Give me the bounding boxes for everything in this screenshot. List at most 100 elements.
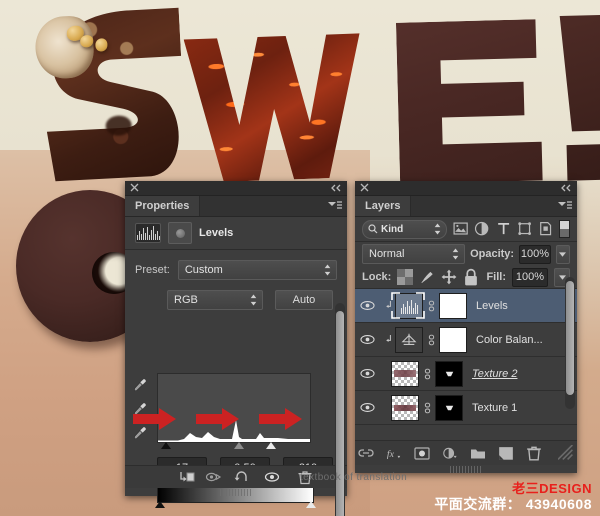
adjustment-circle-icon[interactable]	[168, 222, 192, 244]
output-shadow-slider[interactable]	[155, 501, 165, 508]
collapse-panel-icon[interactable]	[560, 184, 572, 192]
mask-link-icon[interactable]	[426, 333, 436, 347]
add-mask-icon[interactable]	[414, 445, 430, 461]
output-highlight-slider[interactable]	[306, 501, 316, 508]
layer-mask-thumbnail-levels[interactable]	[439, 292, 467, 319]
panel-menu-icon[interactable]	[558, 201, 572, 211]
artwork-letter-s	[32, 4, 191, 184]
toggle-visibility-icon[interactable]	[263, 470, 281, 484]
panel-resize-corner-icon[interactable]	[558, 445, 574, 461]
preview-previous-state-icon[interactable]	[205, 470, 223, 484]
properties-scrollbar-thumb[interactable]	[336, 311, 344, 516]
lock-position-icon[interactable]	[441, 269, 457, 285]
layer-visibility-toggle[interactable]	[355, 300, 379, 311]
layer-list: Levels Color Balan... Texture 2 Texture …	[355, 289, 577, 425]
filter-adjustment-icon[interactable]	[474, 221, 489, 237]
properties-panel: Properties Levels Preset: Custom RGB Aut…	[125, 181, 347, 516]
filter-enable-toggle[interactable]	[559, 220, 571, 238]
lock-transparency-icon[interactable]	[397, 269, 414, 285]
eye-icon	[359, 369, 375, 378]
delete-layer-icon[interactable]	[526, 445, 542, 461]
lock-image-pixels-icon[interactable]	[419, 269, 435, 285]
tab-layers[interactable]: Layers	[355, 196, 412, 216]
fill-field[interactable]: 100%	[512, 267, 548, 287]
chevron-updown-icon	[452, 248, 459, 260]
layer-thumbnail-levels[interactable]	[395, 292, 423, 319]
set-gray-point-eyedropper[interactable]	[133, 402, 147, 416]
eye-icon	[359, 335, 375, 344]
gamma-input-slider[interactable]	[234, 442, 244, 449]
close-icon[interactable]	[130, 183, 139, 192]
layer-visibility-toggle[interactable]	[355, 334, 379, 345]
panel-menu-icon[interactable]	[328, 201, 342, 211]
layers-footer: fx	[355, 440, 577, 465]
layer-mask-thumbnail-texture-1[interactable]	[435, 394, 463, 421]
artwork-letter-s-bite	[33, 14, 96, 80]
mask-link-icon[interactable]	[422, 367, 432, 381]
set-white-point-eyedropper[interactable]	[133, 426, 147, 440]
layer-name-texture-1: Texture 1	[472, 401, 518, 414]
close-icon[interactable]	[360, 183, 369, 192]
lock-row: Lock: Fill: 100%	[355, 266, 577, 289]
histogram-curve	[158, 420, 310, 442]
clip-to-layer-icon[interactable]	[177, 470, 195, 484]
filter-pixel-icon[interactable]	[453, 221, 468, 237]
mask-link-icon[interactable]	[422, 401, 432, 415]
link-layers-icon[interactable]	[358, 445, 374, 461]
reset-icon[interactable]	[233, 470, 251, 484]
layers-scrollbar[interactable]	[565, 277, 575, 409]
filter-shape-icon[interactable]	[517, 221, 532, 237]
layer-visibility-toggle[interactable]	[355, 368, 379, 379]
opacity-field[interactable]: 100%	[519, 244, 551, 264]
new-layer-icon[interactable]	[498, 445, 514, 461]
new-adjustment-layer-icon[interactable]	[442, 445, 458, 461]
new-group-icon[interactable]	[470, 445, 486, 461]
layer-thumbnail-texture-2[interactable]	[391, 360, 419, 387]
shadow-input-slider[interactable]	[161, 442, 171, 449]
chevron-updown-icon	[434, 223, 441, 235]
layer-style-fx-icon[interactable]: fx	[386, 445, 402, 461]
layer-filter-kind-select[interactable]: Kind	[362, 219, 448, 239]
layer-row-levels[interactable]: Levels	[355, 289, 577, 323]
balance-scale-icon	[401, 333, 417, 345]
layers-scrollbar-thumb[interactable]	[566, 281, 574, 395]
layer-row-color-balance[interactable]: Color Balan...	[355, 323, 577, 357]
panel-resize-grip[interactable]	[450, 466, 482, 473]
opacity-label: Opacity:	[470, 248, 515, 260]
filter-type-icon[interactable]	[496, 221, 511, 237]
clipping-mask-icon	[383, 334, 395, 345]
opacity-dropdown-button[interactable]	[555, 244, 570, 264]
layer-row-texture-2[interactable]: Texture 2	[355, 357, 577, 391]
levels-histogram-icon	[135, 223, 161, 243]
collapse-panel-icon[interactable]	[330, 184, 342, 192]
set-black-point-eyedropper[interactable]	[133, 378, 147, 392]
channel-select[interactable]: RGB	[167, 290, 263, 310]
highlight-input-slider[interactable]	[266, 442, 276, 449]
layer-thumbnail-texture-1[interactable]	[391, 394, 419, 421]
panel-resize-grip[interactable]	[220, 489, 252, 496]
layer-thumbnail-color-balance[interactable]	[395, 326, 423, 353]
tab-properties[interactable]: Properties	[125, 196, 201, 216]
search-icon	[368, 223, 378, 233]
layers-panel-titlebar	[355, 181, 577, 196]
eye-icon	[359, 403, 375, 412]
artwork-letter-w	[183, 29, 364, 183]
blend-mode-select[interactable]: Normal	[362, 244, 466, 264]
properties-scrollbar[interactable]	[335, 303, 345, 516]
layer-mask-thumbnail-color-balance[interactable]	[439, 326, 467, 353]
layer-mask-thumbnail-texture-2[interactable]	[435, 360, 463, 387]
preset-select[interactable]: Custom	[177, 260, 337, 280]
layer-name-texture-2: Texture 2	[472, 367, 518, 380]
auto-button[interactable]: Auto	[275, 290, 333, 310]
filter-smart-object-icon[interactable]	[538, 221, 553, 237]
adjustment-header: Levels	[125, 217, 347, 250]
levels-histogram[interactable]	[157, 373, 311, 443]
tab-properties-label: Properties	[135, 200, 190, 212]
auto-label: Auto	[292, 294, 316, 306]
layer-visibility-toggle[interactable]	[355, 402, 379, 413]
lock-all-icon[interactable]	[463, 268, 479, 285]
layer-name-color-balance: Color Balan...	[476, 333, 543, 346]
layer-filter-kind-value: Kind	[381, 223, 404, 235]
mask-link-icon[interactable]	[426, 299, 436, 313]
layer-row-texture-1[interactable]: Texture 1	[355, 391, 577, 425]
